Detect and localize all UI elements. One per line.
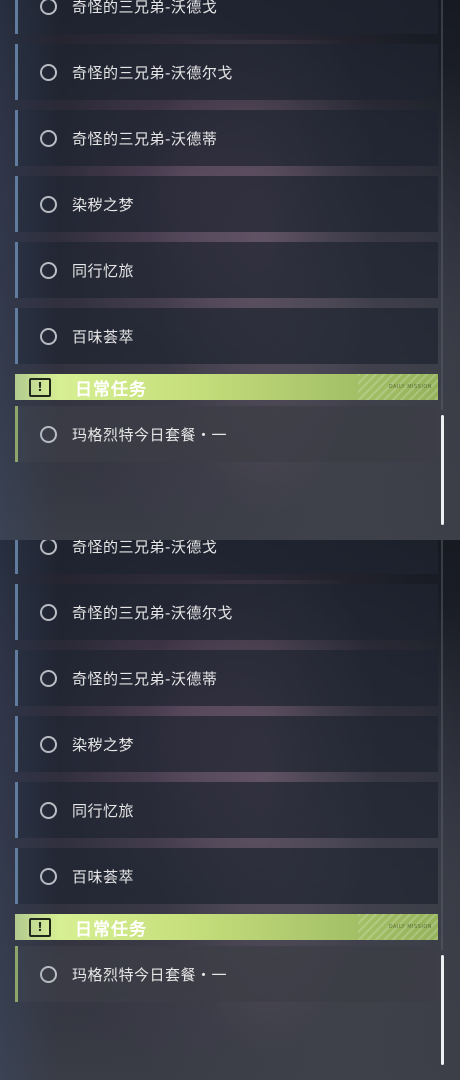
radio-circle-icon [40, 801, 57, 819]
quest-item[interactable]: 染秽之梦 [15, 176, 438, 232]
quest-label: 奇怪的三兄弟-沃德蒂 [72, 129, 218, 148]
quest-item[interactable]: 百味荟萃 [15, 848, 438, 904]
quest-label: 玛格烈特今日套餐・一 [72, 965, 228, 984]
header-deco-text: DAILY MISSION [388, 924, 432, 930]
quest-item[interactable]: 奇怪的三兄弟-沃德戈 [15, 540, 438, 574]
quest-item[interactable]: 百味荟萃 [15, 308, 438, 364]
exclamation-icon: ! [29, 377, 51, 397]
quest-label: 染秽之梦 [72, 195, 135, 214]
quest-list: 奇怪的三兄弟-沃德戈 奇怪的三兄弟-沃德尔戈 奇怪的三兄弟-沃德蒂 染秽之梦 同… [15, 540, 438, 1012]
quest-item[interactable]: 奇怪的三兄弟-沃德蒂 [15, 110, 438, 166]
quest-label: 百味荟萃 [72, 327, 135, 346]
quest-label: 奇怪的三兄弟-沃德尔戈 [72, 603, 233, 622]
daily-mission-header[interactable]: ! 日常任务 DAILY MISSION [15, 914, 438, 940]
daily-quest-item[interactable]: 玛格烈特今日套餐・一 [15, 946, 438, 1002]
quest-list: 奇怪的三兄弟-沃德戈 奇怪的三兄弟-沃德尔戈 奇怪的三兄弟-沃德蒂 染秽之梦 同… [15, 0, 438, 472]
header-deco-text: DAILY MISSION [388, 384, 432, 390]
radio-circle-icon [40, 735, 57, 753]
quest-item[interactable]: 奇怪的三兄弟-沃德尔戈 [15, 44, 438, 100]
quest-item[interactable]: 奇怪的三兄弟-沃德戈 [15, 0, 438, 34]
radio-circle-icon [40, 0, 57, 15]
scrollbar-thumb[interactable] [441, 955, 444, 1065]
quest-item[interactable]: 同行忆旅 [15, 782, 438, 838]
daily-quest-item[interactable]: 玛格烈特今日套餐・一 [15, 406, 438, 462]
radio-circle-icon [40, 63, 57, 81]
quest-item[interactable]: 同行忆旅 [15, 242, 438, 298]
quest-label: 染秽之梦 [72, 735, 135, 754]
quest-label: 奇怪的三兄弟-沃德尔戈 [72, 63, 233, 82]
quest-panel-bottom: 奇怪的三兄弟-沃德戈 奇怪的三兄弟-沃德尔戈 奇怪的三兄弟-沃德蒂 染秽之梦 同… [0, 540, 460, 1080]
quest-panel-top: 奇怪的三兄弟-沃德戈 奇怪的三兄弟-沃德尔戈 奇怪的三兄弟-沃德蒂 染秽之梦 同… [0, 0, 460, 540]
radio-circle-icon [40, 425, 57, 443]
radio-circle-icon [40, 965, 57, 983]
quest-item[interactable]: 奇怪的三兄弟-沃德蒂 [15, 650, 438, 706]
quest-item[interactable]: 奇怪的三兄弟-沃德尔戈 [15, 584, 438, 640]
radio-circle-icon [40, 129, 57, 147]
quest-label: 奇怪的三兄弟-沃德戈 [72, 540, 218, 556]
radio-circle-icon [40, 867, 57, 885]
radio-circle-icon [40, 195, 57, 213]
radio-circle-icon [40, 261, 57, 279]
exclamation-icon: ! [29, 917, 51, 937]
quest-label: 同行忆旅 [72, 801, 135, 820]
radio-circle-icon [40, 603, 57, 621]
radio-circle-icon [40, 669, 57, 687]
quest-label: 同行忆旅 [72, 261, 135, 280]
scroll-track [441, 540, 443, 950]
radio-circle-icon [40, 540, 57, 555]
scroll-track [441, 0, 443, 410]
scrollbar-thumb[interactable] [441, 415, 444, 525]
section-title: 日常任务 [75, 379, 147, 400]
section-title: 日常任务 [75, 919, 147, 940]
quest-label: 百味荟萃 [72, 867, 135, 886]
daily-mission-header[interactable]: ! 日常任务 DAILY MISSION [15, 374, 438, 400]
quest-label: 奇怪的三兄弟-沃德蒂 [72, 669, 218, 688]
radio-circle-icon [40, 327, 57, 345]
quest-label: 玛格烈特今日套餐・一 [72, 425, 228, 444]
quest-item[interactable]: 染秽之梦 [15, 716, 438, 772]
quest-label: 奇怪的三兄弟-沃德戈 [72, 0, 218, 16]
